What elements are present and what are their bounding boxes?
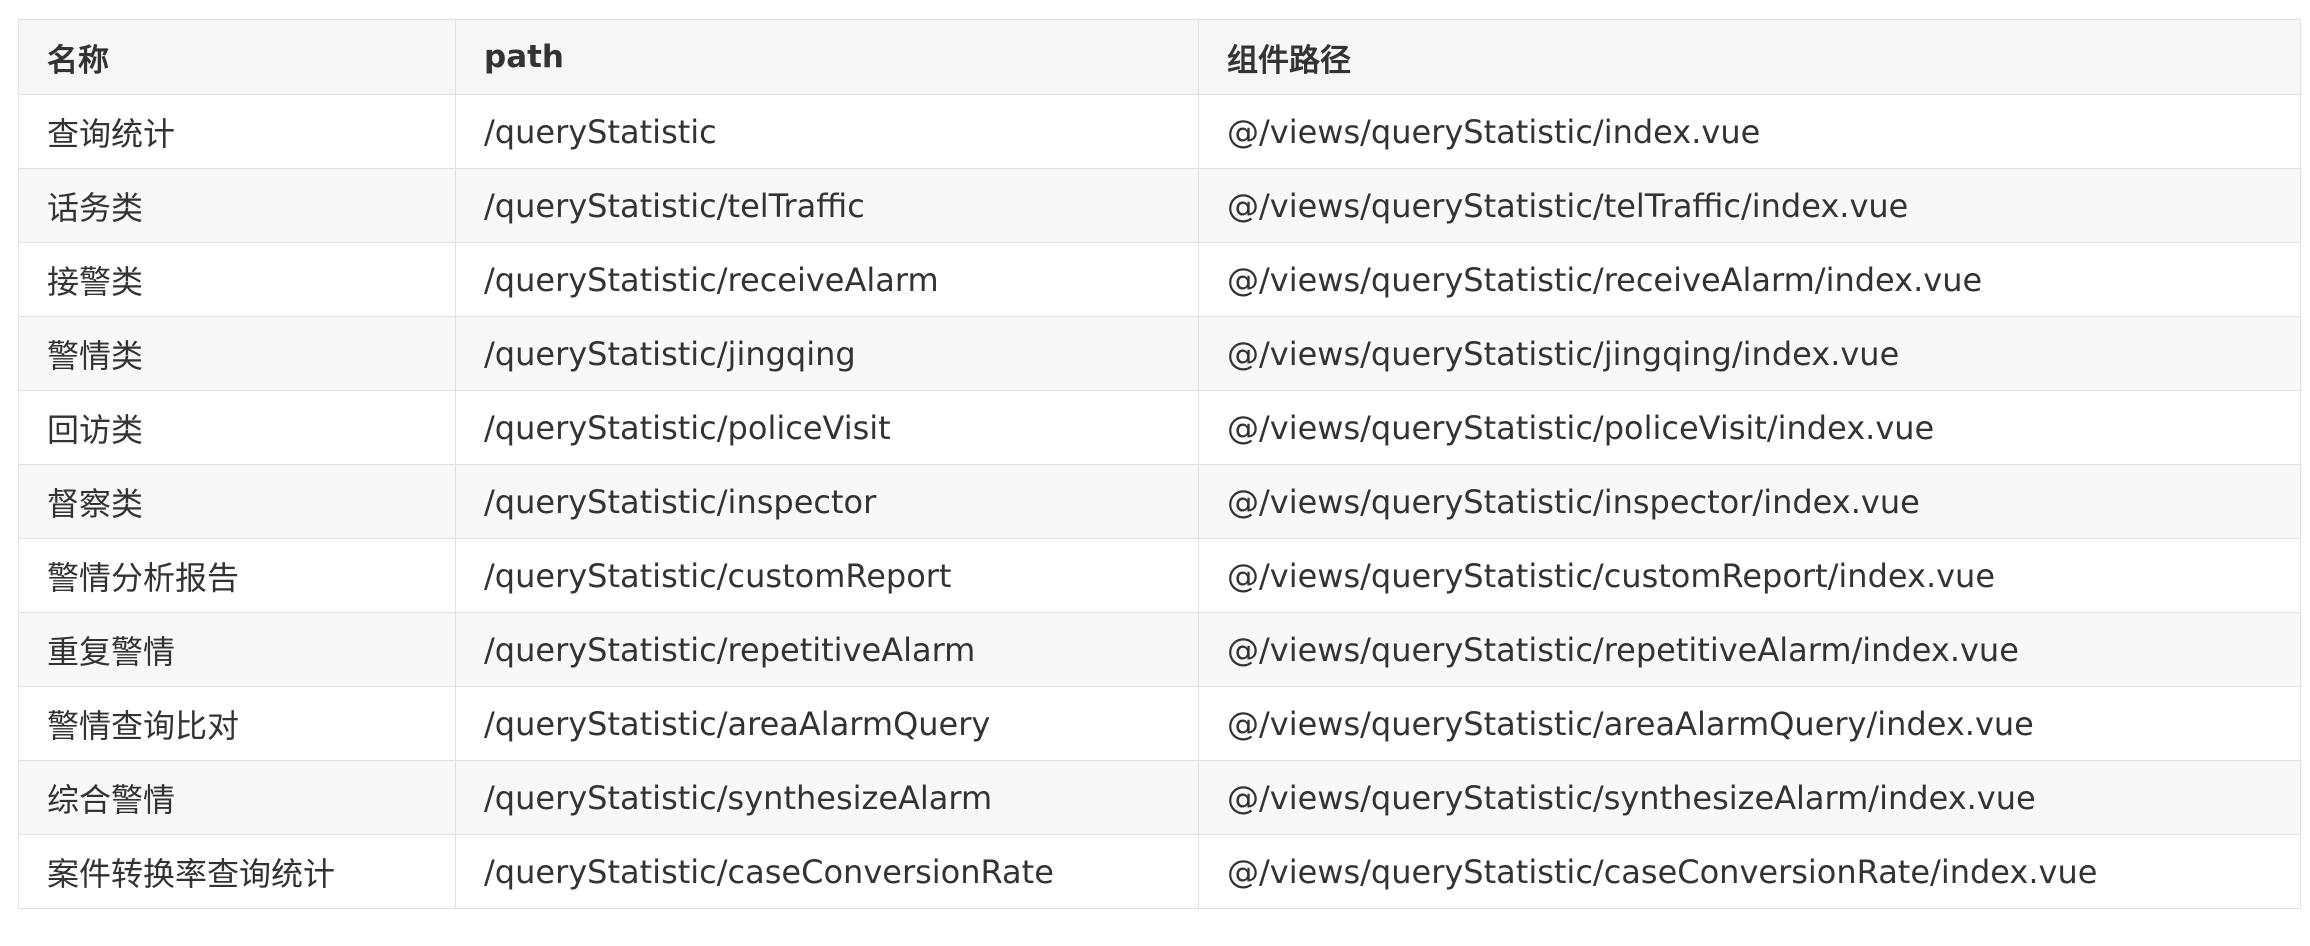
cell-path: /queryStatistic/policeVisit <box>455 390 1199 465</box>
cell-component-path: @/views/queryStatistic/telTraffic/index.… <box>1198 168 2301 243</box>
cell-component-path: @/views/queryStatistic/receiveAlarm/inde… <box>1198 242 2301 317</box>
table-row: 接警类 /queryStatistic/receiveAlarm @/views… <box>18 242 2301 317</box>
table-row: 查询统计 /queryStatistic @/views/queryStatis… <box>18 94 2301 169</box>
cell-name: 回访类 <box>18 390 456 465</box>
route-table-container: 名称 path 组件路径 查询统计 /queryStatistic @/view… <box>18 19 2301 909</box>
table-row: 综合警情 /queryStatistic/synthesizeAlarm @/v… <box>18 760 2301 835</box>
cell-path: /queryStatistic <box>455 94 1199 169</box>
cell-path: /queryStatistic/caseConversionRate <box>455 834 1199 909</box>
header-row: 名称 path 组件路径 <box>18 19 2301 95</box>
table-header: 名称 path 组件路径 <box>18 19 2301 95</box>
cell-name: 话务类 <box>18 168 456 243</box>
cell-component-path: @/views/queryStatistic/customReport/inde… <box>1198 538 2301 613</box>
cell-component-path: @/views/queryStatistic/policeVisit/index… <box>1198 390 2301 465</box>
header-component-path: 组件路径 <box>1198 19 2301 95</box>
cell-path: /queryStatistic/repetitiveAlarm <box>455 612 1199 687</box>
table-row: 话务类 /queryStatistic/telTraffic @/views/q… <box>18 168 2301 243</box>
cell-component-path: @/views/queryStatistic/repetitiveAlarm/i… <box>1198 612 2301 687</box>
table-row: 案件转换率查询统计 /queryStatistic/caseConversion… <box>18 834 2301 909</box>
cell-component-path: @/views/queryStatistic/inspector/index.v… <box>1198 464 2301 539</box>
cell-component-path: @/views/queryStatistic/areaAlarmQuery/in… <box>1198 686 2301 761</box>
cell-path: /queryStatistic/synthesizeAlarm <box>455 760 1199 835</box>
table-row: 警情分析报告 /queryStatistic/customReport @/vi… <box>18 538 2301 613</box>
header-path: path <box>455 19 1199 95</box>
route-table: 名称 path 组件路径 查询统计 /queryStatistic @/view… <box>18 19 2301 909</box>
cell-path: /queryStatistic/receiveAlarm <box>455 242 1199 317</box>
cell-component-path: @/views/queryStatistic/index.vue <box>1198 94 2301 169</box>
table-row: 警情查询比对 /queryStatistic/areaAlarmQuery @/… <box>18 686 2301 761</box>
cell-name: 案件转换率查询统计 <box>18 834 456 909</box>
cell-path: /queryStatistic/telTraffic <box>455 168 1199 243</box>
header-name: 名称 <box>18 19 456 95</box>
table-row: 重复警情 /queryStatistic/repetitiveAlarm @/v… <box>18 612 2301 687</box>
cell-path: /queryStatistic/jingqing <box>455 316 1199 391</box>
cell-path: /queryStatistic/customReport <box>455 538 1199 613</box>
cell-path: /queryStatistic/inspector <box>455 464 1199 539</box>
cell-name: 综合警情 <box>18 760 456 835</box>
cell-name: 警情查询比对 <box>18 686 456 761</box>
cell-name: 警情分析报告 <box>18 538 456 613</box>
cell-component-path: @/views/queryStatistic/synthesizeAlarm/i… <box>1198 760 2301 835</box>
cell-component-path: @/views/queryStatistic/jingqing/index.vu… <box>1198 316 2301 391</box>
cell-name: 督察类 <box>18 464 456 539</box>
cell-component-path: @/views/queryStatistic/caseConversionRat… <box>1198 834 2301 909</box>
cell-name: 查询统计 <box>18 94 456 169</box>
cell-name: 接警类 <box>18 242 456 317</box>
table-body: 查询统计 /queryStatistic @/views/queryStatis… <box>18 94 2301 909</box>
table-row: 督察类 /queryStatistic/inspector @/views/qu… <box>18 464 2301 539</box>
cell-path: /queryStatistic/areaAlarmQuery <box>455 686 1199 761</box>
cell-name: 警情类 <box>18 316 456 391</box>
cell-name: 重复警情 <box>18 612 456 687</box>
table-row: 回访类 /queryStatistic/policeVisit @/views/… <box>18 390 2301 465</box>
table-row: 警情类 /queryStatistic/jingqing @/views/que… <box>18 316 2301 391</box>
